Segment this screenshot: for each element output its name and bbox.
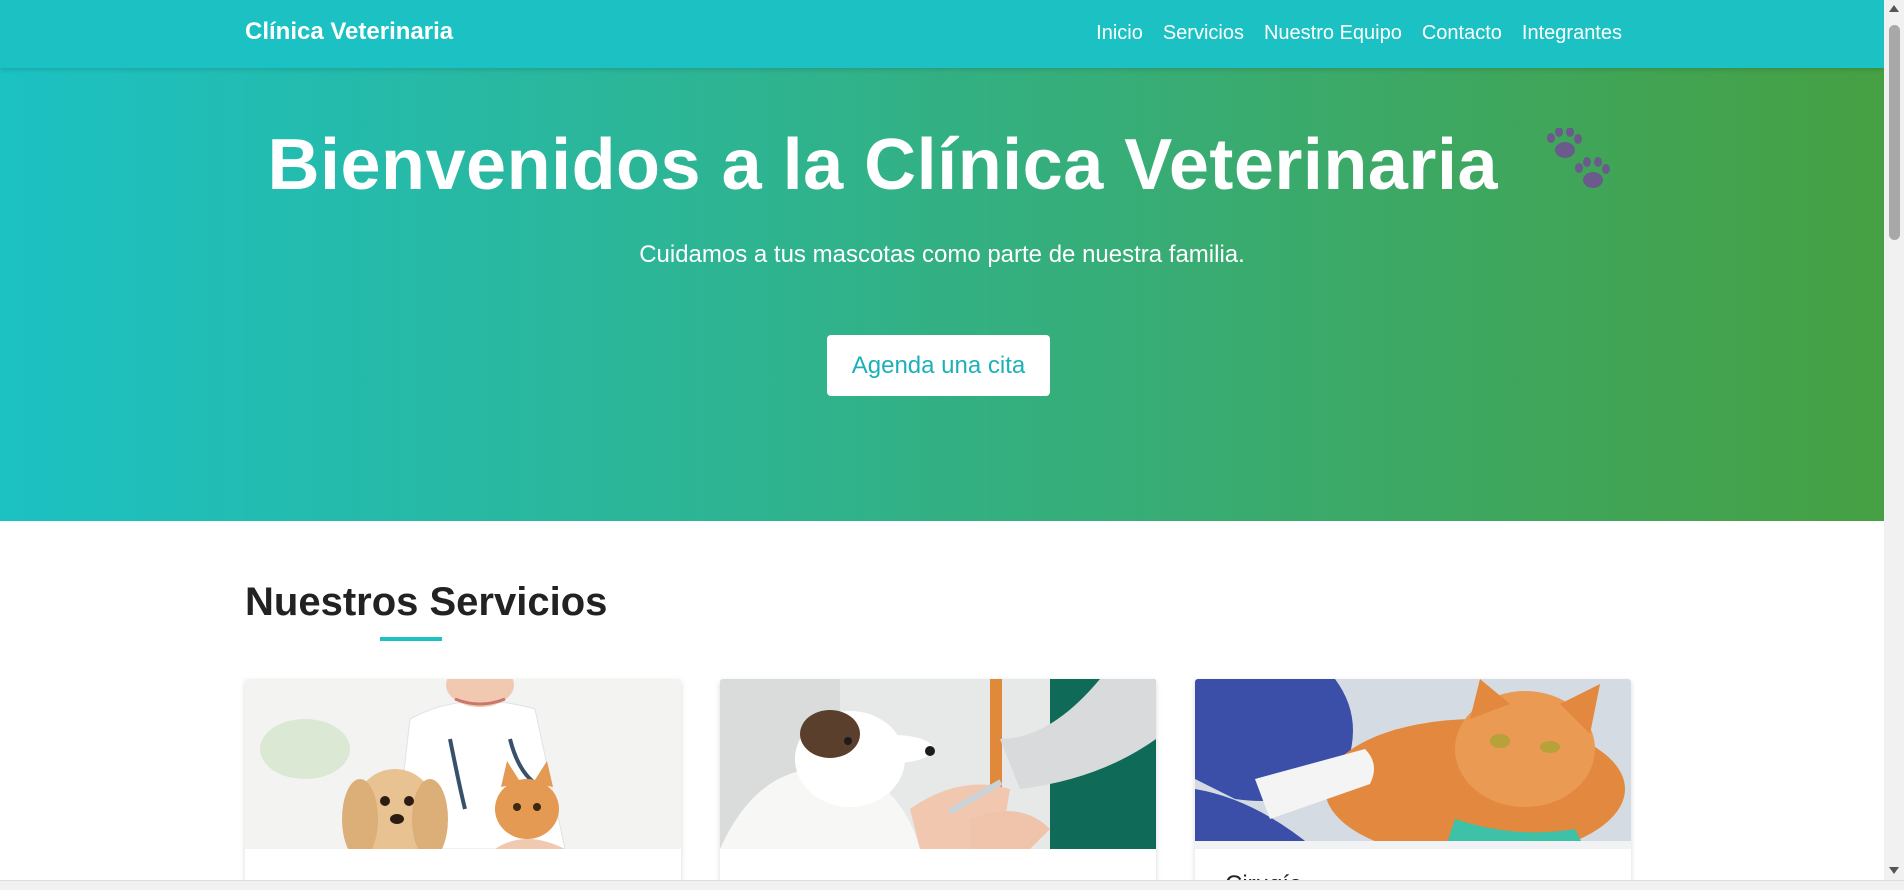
service-card-3[interactable]: Cirugía <box>1195 679 1631 880</box>
services-title: Nuestros Servicios <box>245 580 608 624</box>
horizontal-scrollbar-track <box>0 880 1904 890</box>
nav-link-inicio[interactable]: Inicio <box>1096 22 1143 45</box>
vet-with-puppy-and-kitten-photo <box>245 679 681 849</box>
scrollbar-thumb[interactable] <box>1889 25 1900 240</box>
nav-link-integrantes[interactable]: Integrantes <box>1522 22 1622 45</box>
paw-prints-icon <box>1545 127 1617 211</box>
book-appointment-button[interactable]: Agenda una cita <box>827 335 1050 396</box>
nav-link-contacto[interactable]: Contacto <box>1422 22 1502 45</box>
brand-logo[interactable]: Clínica Veterinaria <box>245 18 453 46</box>
nav-link-nuestro-equipo[interactable]: Nuestro Equipo <box>1264 22 1402 45</box>
hero-subtitle: Cuidamos a tus mascotas como parte de nu… <box>639 241 1245 268</box>
hero-title-text: Bienvenidos a la Clínica Veterinaria <box>267 125 1498 205</box>
navbar: Clínica Veterinaria Inicio Servicios Nue… <box>0 0 1884 68</box>
dog-receiving-injection-photo <box>720 679 1156 849</box>
title-underline <box>380 637 442 641</box>
page-viewport: Clínica Veterinaria Inicio Servicios Nue… <box>0 0 1884 880</box>
hero-section: Bienvenidos a la Clínica Veterinaria Cui… <box>0 68 1884 521</box>
service-card-title: Cirugía <box>1225 871 1302 880</box>
cat-with-bandaged-paw-photo <box>1195 679 1631 849</box>
scroll-down-arrow-icon[interactable] <box>1889 867 1899 874</box>
nav-link-servicios[interactable]: Servicios <box>1163 22 1244 45</box>
service-card-2[interactable] <box>720 679 1156 880</box>
hero-title: Bienvenidos a la Clínica Veterinaria <box>0 124 1884 211</box>
service-card-1[interactable] <box>245 679 681 880</box>
nav-menu: Inicio Servicios Nuestro Equipo Contacto… <box>1096 22 1622 45</box>
vertical-scrollbar[interactable] <box>1884 0 1904 880</box>
scroll-up-arrow-icon[interactable] <box>1889 5 1899 12</box>
